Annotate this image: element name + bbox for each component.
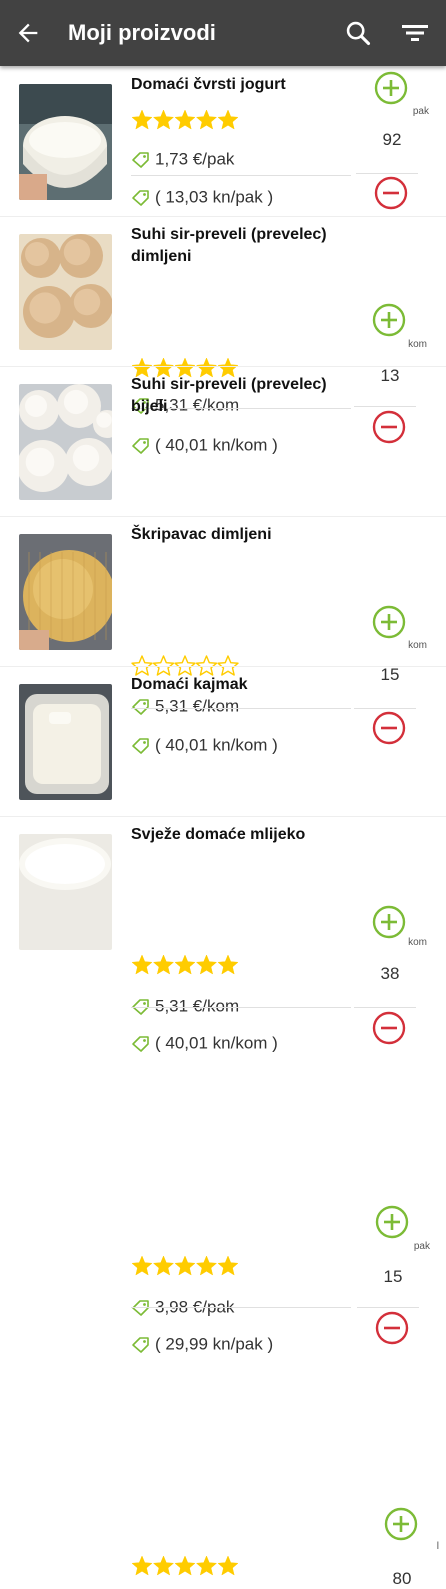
product-image (19, 834, 112, 950)
star-filled-icon (153, 1555, 174, 1576)
plus-circle-icon (384, 1507, 418, 1541)
app-bar: Moji proizvodi (0, 0, 446, 66)
product-name: Domaći čvrsti jogurt (131, 76, 286, 93)
minus-circle-icon (372, 1011, 406, 1045)
filter-icon[interactable] (400, 19, 430, 47)
search-icon[interactable] (344, 19, 372, 47)
product-name: Svježe domaće mlijeko (131, 826, 306, 843)
rating-stars (131, 109, 239, 130)
price-kn-text: ( 40,01 kn/kom ) (155, 1033, 278, 1053)
increase-quantity-button[interactable] (384, 1507, 418, 1541)
price-kn-text: ( 29,99 kn/pak ) (155, 1334, 274, 1354)
quantity-value: 80 (392, 1569, 412, 1588)
rating-stars (131, 1555, 239, 1576)
page-title: Moji proizvodi (68, 20, 216, 45)
plus-circle-icon (374, 71, 408, 105)
star-filled-icon (196, 1555, 217, 1576)
list-item[interactable]: Domaći kajmak 3,98 €/pak( 29,99 kn/pak ) p… (0, 666, 446, 1354)
star-filled-icon (217, 109, 239, 130)
star-filled-icon (196, 109, 217, 130)
product-image (19, 234, 112, 350)
minus-circle-icon (375, 1311, 409, 1345)
star-filled-icon (174, 109, 196, 130)
star-filled-icon (217, 1255, 239, 1276)
list-item[interactable]: Suhi sir-preveli (prevelec) bijeli 5,31 €… (0, 366, 446, 755)
price-tag-icon (132, 189, 149, 206)
quantity-value: 15 (383, 1267, 403, 1286)
unit-label: l (436, 1541, 439, 1552)
decrease-quantity-button[interactable] (375, 1311, 409, 1345)
price-tag-icon (132, 151, 149, 168)
star-filled-icon (131, 109, 153, 130)
increase-quantity-button[interactable] (374, 71, 408, 105)
plus-circle-icon (375, 1205, 409, 1239)
star-filled-icon (196, 1255, 217, 1276)
divider (131, 175, 351, 176)
divider (354, 1007, 416, 1008)
arrow-left-icon[interactable] (14, 19, 42, 47)
product-name: Domaći kajmak (131, 676, 248, 693)
minus-circle-icon (374, 176, 408, 210)
price-tag-icon (132, 1336, 149, 1353)
price-kn-text: ( 13,03 kn/pak ) (155, 187, 274, 207)
increase-quantity-button[interactable] (372, 303, 406, 337)
product-image (19, 84, 112, 200)
price-tag-icon (132, 1035, 149, 1052)
quantity-value: 92 (382, 130, 402, 149)
price-eur: 5,31 €/kom (131, 995, 239, 1017)
product-image (19, 384, 112, 500)
rating-stars (131, 1255, 239, 1276)
star-filled-icon (174, 1255, 196, 1276)
product-image (19, 684, 112, 800)
star-filled-icon (153, 109, 174, 130)
decrease-quantity-button[interactable] (372, 1011, 406, 1045)
price-eur-text: 1,73 €/pak (155, 149, 235, 169)
star-filled-icon (174, 1555, 196, 1576)
unit-label: kom (408, 339, 427, 350)
product-image (19, 534, 112, 650)
plus-circle-icon (372, 303, 406, 337)
quantity-value: 38 (380, 964, 400, 983)
product-name: Suhi sir-preveli (prevelec) dimljeni (131, 226, 327, 265)
list-item[interactable]: Škripavac dimljeni 5,31 €/kom ( 40,01 kn/k… (0, 516, 446, 1053)
price-eur: 1,73 €/pak (131, 148, 234, 170)
star-filled-icon (153, 1255, 174, 1276)
decrease-quantity-button[interactable] (374, 176, 408, 210)
divider (131, 1007, 351, 1008)
list-item[interactable]: Svježe domaće mlijeko l 80 (0, 816, 446, 1588)
product-name: Suhi sir-preveli (prevelec) bijeli (131, 376, 327, 415)
divider (357, 1307, 419, 1308)
list-item[interactable]: Suhi sir-preveli (prevelec) dimljeni 5,31… (0, 216, 446, 455)
increase-quantity-button[interactable] (375, 1205, 409, 1239)
star-filled-icon (131, 1255, 153, 1276)
product-name: Škripavac dimljeni (131, 526, 272, 543)
price-kn: ( 29,99 kn/pak ) (131, 1333, 273, 1355)
unit-label: pak (412, 106, 429, 117)
unit-label: pak (413, 1241, 430, 1252)
star-filled-icon (217, 1555, 239, 1576)
price-kn: ( 13,03 kn/pak ) (131, 186, 273, 208)
divider (131, 1307, 351, 1308)
divider (356, 173, 418, 174)
star-filled-icon (131, 1555, 153, 1576)
list-item[interactable]: Domaći čvrsti jogurt 1,73 €/pak ( 13,03 kn… (0, 66, 446, 217)
price-kn: ( 40,01 kn/kom ) (131, 1032, 278, 1054)
